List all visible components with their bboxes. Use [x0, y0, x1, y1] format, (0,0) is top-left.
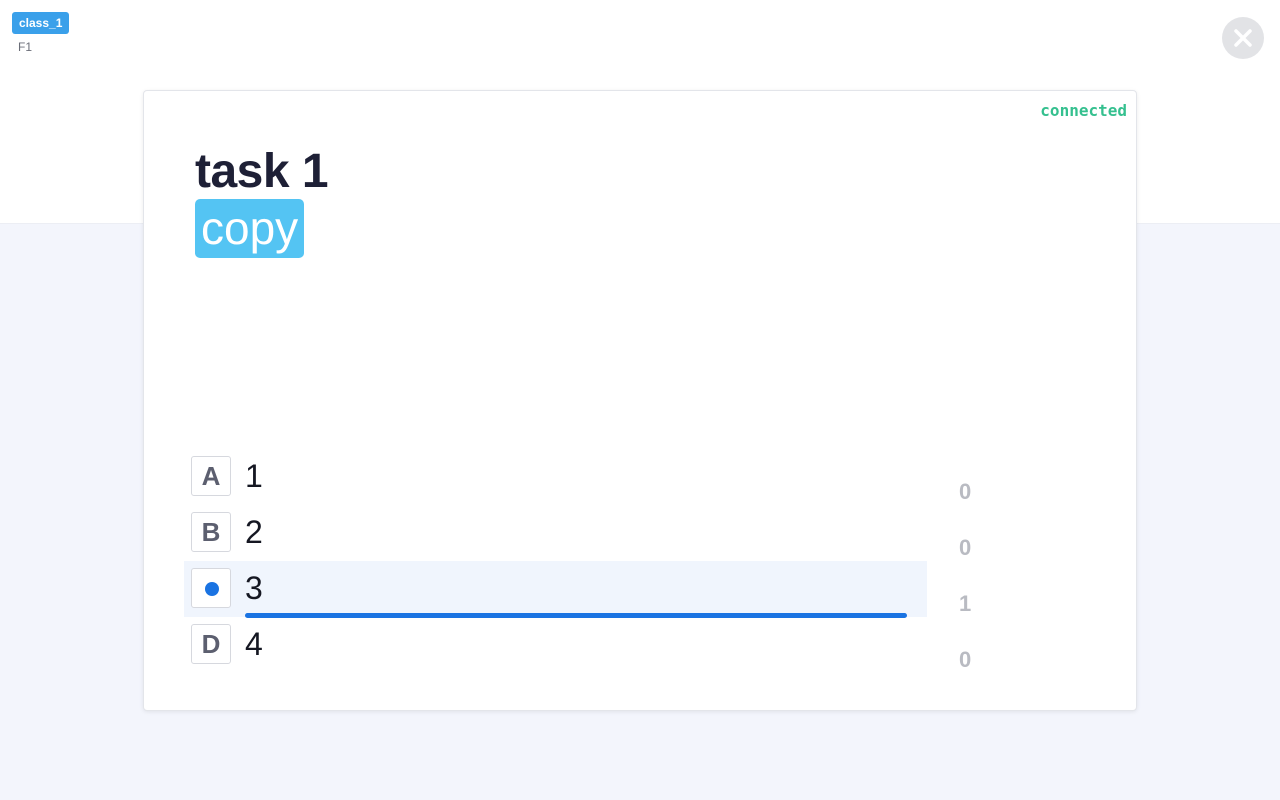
option-count: 0	[959, 479, 972, 504]
option-key[interactable]	[191, 568, 231, 608]
option-highlight	[184, 561, 927, 617]
question-card: connected task 1 copy A 1 0 B 2 0 3 1 D …	[143, 90, 1137, 711]
option-c[interactable]: 3 1	[184, 561, 971, 618]
option-result-bar	[245, 669, 907, 674]
option-key[interactable]: B	[191, 512, 231, 552]
class-badge[interactable]: class_1	[12, 12, 70, 34]
hotkey-label: F1	[18, 40, 33, 54]
option-label[interactable]: 3	[245, 567, 263, 609]
option-b[interactable]: B 2 0	[184, 505, 971, 561]
connection-status: connected	[1040, 101, 1127, 120]
option-count: 0	[959, 647, 972, 672]
task-type-tag: copy	[195, 199, 305, 258]
close-button[interactable]	[1222, 17, 1264, 59]
option-count: 1	[959, 591, 972, 616]
option-label[interactable]: 1	[245, 455, 263, 497]
option-count: 0	[959, 535, 972, 560]
option-label[interactable]: 2	[245, 511, 263, 553]
option-key[interactable]: A	[191, 456, 231, 496]
option-d[interactable]: D 4 0	[184, 617, 971, 674]
option-label[interactable]: 4	[245, 623, 263, 665]
task-title: task 1	[195, 145, 329, 198]
close-icon	[1234, 29, 1252, 47]
option-a[interactable]: A 1 0	[184, 449, 971, 505]
option-key[interactable]: D	[191, 624, 231, 664]
selected-dot-icon	[205, 582, 219, 596]
